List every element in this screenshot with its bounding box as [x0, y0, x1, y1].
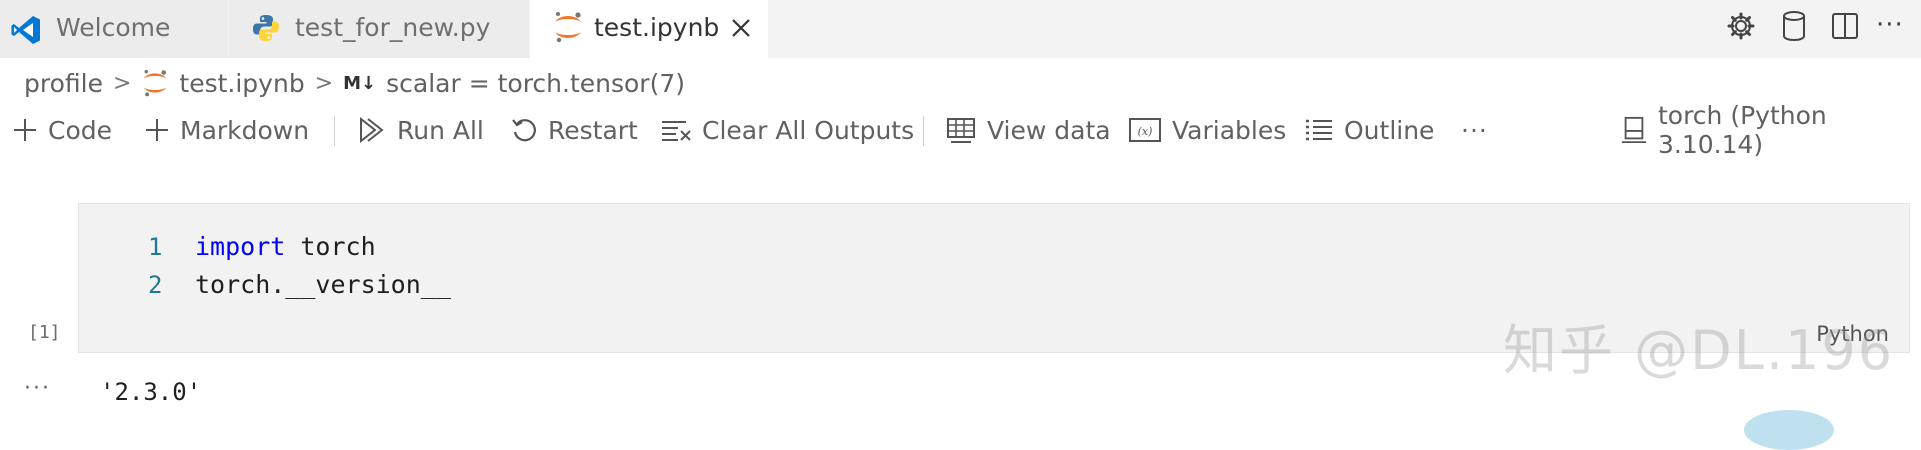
tab-welcome[interactable]: Welcome — [0, 0, 228, 58]
variables-icon: (x) — [1129, 118, 1161, 142]
chevron-right-icon: > — [314, 70, 334, 96]
plus-icon — [146, 119, 168, 141]
markdown-icon: M↓ — [343, 72, 377, 94]
breadcrumb-file[interactable]: test.ipynb — [179, 69, 304, 98]
tab-label: test_for_new.py — [295, 13, 491, 42]
line-number: 1 — [148, 233, 163, 261]
vscode-icon — [11, 16, 40, 44]
execution-count: [1] — [28, 322, 61, 343]
cell-output-text: '2.3.0' — [100, 378, 202, 406]
toolbar-divider — [334, 116, 335, 146]
button-label: Outline — [1344, 115, 1435, 145]
add-markdown-cell-button[interactable]: Markdown — [144, 108, 309, 152]
more-actions-icon[interactable]: ··· — [1876, 10, 1904, 40]
split-editor-icon[interactable] — [1830, 11, 1860, 41]
output-actions-icon[interactable]: ··· — [24, 376, 51, 401]
clear-all-outputs-button[interactable]: Clear All Outputs — [660, 108, 914, 152]
tab-bar: Welcome test_for_new.py test.ipynb ··· — [0, 0, 1921, 58]
line-number: 2 — [148, 271, 163, 299]
plus-icon — [14, 119, 36, 141]
chevron-right-icon: > — [112, 70, 132, 96]
variables-button[interactable]: (x) Variables — [1128, 108, 1286, 152]
more-actions-button[interactable]: ··· — [1461, 108, 1488, 152]
server-environment-icon — [1621, 116, 1647, 144]
button-label: Markdown — [180, 115, 310, 145]
jupyter-icon — [144, 69, 167, 97]
button-label: Clear All Outputs — [702, 115, 915, 145]
python-icon — [253, 15, 279, 41]
tab-label: test.ipynb — [594, 13, 720, 42]
button-label: Restart — [548, 115, 638, 145]
breadcrumb-folder[interactable]: profile — [24, 69, 103, 98]
code-line-2[interactable]: torch.__version__ — [195, 270, 451, 299]
run-all-button[interactable]: Run All — [357, 108, 484, 152]
view-data-button[interactable]: View data — [945, 108, 1111, 152]
watermark: 知乎 @DL.196 — [1503, 319, 1895, 382]
tab-test-ipynb[interactable]: test.ipynb — [530, 0, 768, 58]
clear-all-icon — [662, 121, 691, 141]
button-label: Code — [48, 115, 113, 145]
tab-test-for-new-py[interactable]: test_for_new.py — [229, 0, 529, 58]
restart-button[interactable]: Restart — [510, 108, 638, 152]
tab-label: Welcome — [56, 13, 171, 42]
list-icon — [1306, 119, 1332, 141]
button-label: Run All — [397, 115, 484, 145]
breadcrumb-symbol[interactable]: scalar = torch.tensor(7) — [386, 69, 685, 98]
jupyter-icon — [555, 12, 581, 43]
toolbar-divider — [923, 116, 924, 146]
svg-text:(x): (x) — [1138, 125, 1153, 138]
restart-icon — [512, 119, 536, 142]
floating-avatar — [1744, 410, 1834, 450]
table-icon — [947, 118, 975, 143]
code-keyword: import — [195, 232, 286, 261]
database-icon[interactable] — [1780, 10, 1808, 42]
add-code-cell-button[interactable]: Code — [12, 108, 112, 152]
breadcrumb: profile > test.ipynb > M↓ scalar = torch… — [24, 64, 685, 102]
code-text: torch — [285, 232, 376, 261]
outline-button[interactable]: Outline — [1304, 108, 1434, 152]
close-icon[interactable] — [730, 17, 752, 39]
gear-icon[interactable] — [1726, 11, 1756, 41]
code-line-1[interactable]: import torch — [195, 232, 376, 261]
notebook-toolbar: Code Markdown Run All Restart Clear All … — [0, 101, 1921, 159]
button-label: View data — [987, 115, 1111, 145]
kernel-label: torch (Python 3.10.14) — [1657, 101, 1827, 159]
run-all-icon — [360, 116, 384, 144]
button-label: Variables — [1172, 115, 1287, 145]
kernel-picker[interactable]: torch (Python 3.10.14) — [1620, 101, 1921, 159]
ellipsis-icon: ··· — [1461, 115, 1488, 145]
